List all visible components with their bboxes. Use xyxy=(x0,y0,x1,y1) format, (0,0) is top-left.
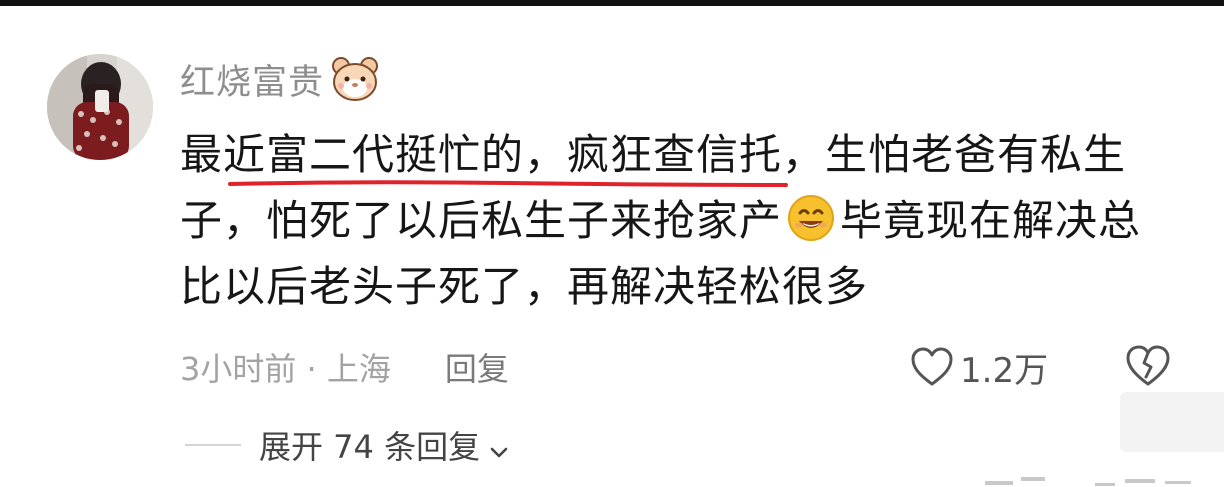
hamster-face-icon xyxy=(330,56,380,102)
heart-outline-icon xyxy=(910,346,954,388)
comment-line-2: 子，怕死了以后私生子来抢家产 毕竟现在解决总 xyxy=(180,188,1180,254)
broken-heart-icon[interactable] xyxy=(1125,343,1171,389)
avatar-image xyxy=(47,54,153,160)
expand-replies-button[interactable]: 展开 74 条回复 xyxy=(259,422,510,468)
username[interactable]: 红烧富贵 xyxy=(180,54,324,105)
cropped-text-fragment xyxy=(985,477,1191,486)
faint-overlay xyxy=(1120,392,1224,452)
smile-emoji-icon xyxy=(786,193,836,243)
reply-button[interactable]: 回复 xyxy=(445,344,509,390)
comment-line-3: 比以后老头子死了，再解决轻松很多 xyxy=(180,262,869,311)
comment-meta: 3小时前 · 上海 回复 xyxy=(180,342,509,392)
top-edge-bar xyxy=(0,0,1224,6)
comment-text: 最近富二代挺忙的，疯狂查信托，生怕老爸有私生 子，怕死了以后私生子来抢家产 毕竟现… xyxy=(180,122,1180,320)
red-underline-mark xyxy=(228,180,788,187)
comment-line-2-text: 子，怕死了以后私生子来抢家产 xyxy=(180,196,783,245)
username-row[interactable]: 红烧富贵 xyxy=(180,52,380,106)
expand-replies-label: 展开 74 条回复 xyxy=(259,428,481,466)
like-count: 1.2万 xyxy=(960,350,1049,391)
avatar[interactable] xyxy=(47,54,153,160)
like-button[interactable]: 1.2万 xyxy=(910,342,1048,392)
chevron-down-icon xyxy=(488,434,510,458)
comment-line-2-tail: 毕竟现在解决总 xyxy=(840,196,1142,245)
expand-replies-row: 展开 74 条回复 xyxy=(185,420,510,470)
cropped-background-text xyxy=(985,462,1224,487)
divider-line xyxy=(185,444,241,446)
time-location: 3小时前 · 上海 xyxy=(180,350,391,388)
